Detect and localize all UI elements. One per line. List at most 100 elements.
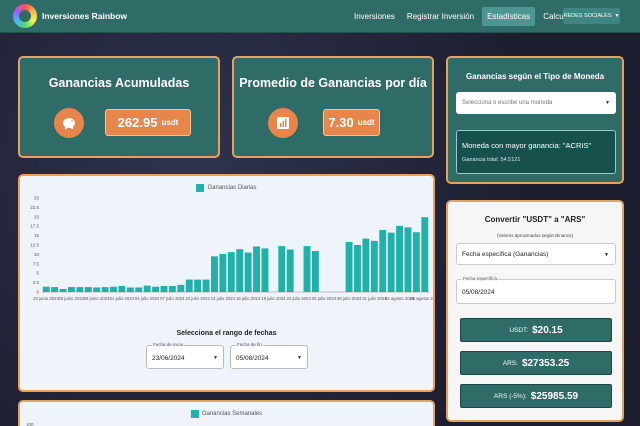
- x-tick-label: 31 julio 2024: [362, 296, 387, 301]
- daily-bar[interactable]: [42, 286, 50, 292]
- end-date-field[interactable]: Fecha de fin 05/08/2024 ▼: [230, 342, 308, 369]
- daily-bar[interactable]: [311, 251, 319, 292]
- weekly-chart-legend[interactable]: Ganancias Semanales: [20, 410, 433, 418]
- converter-mode-select[interactable]: Fecha específica (Ganancias) ▼: [456, 243, 616, 265]
- end-date-label: Fecha de fin: [236, 342, 263, 347]
- converter-date-value: 05/08/2024: [462, 289, 495, 296]
- weekly-legend-label: Ganancias Semanales: [201, 411, 263, 417]
- currency-select-placeholder: Selecciona o escribe una moneda: [462, 100, 553, 106]
- nav-link-estadisticas[interactable]: Estadísticas: [482, 7, 536, 26]
- x-tick-label: 07 julio 2024: [160, 296, 185, 301]
- daily-bar[interactable]: [354, 245, 361, 292]
- date-range-title: Selecciona el rango de fechas: [176, 330, 277, 337]
- daily-bar[interactable]: [211, 256, 218, 292]
- chevron-down-icon: ▼: [213, 355, 218, 361]
- currency-panel-title: Ganancias según el Tipo de Moneda: [465, 72, 605, 81]
- daily-bar[interactable]: [396, 225, 403, 292]
- daily-bar[interactable]: [185, 279, 193, 292]
- start-date-field[interactable]: Fecha de inicio 23/06/2024 ▼: [146, 342, 224, 369]
- y-tick-label: 20: [34, 214, 40, 219]
- nav-links: Inversiones Registrar Inversión Estadíst…: [350, 0, 590, 33]
- daily-bar[interactable]: [303, 246, 311, 292]
- daily-bar[interactable]: [143, 285, 151, 292]
- y-tick-label: 0: [36, 290, 39, 295]
- ars-discount-result-value: $25985.59: [530, 390, 579, 402]
- usdt-result: USDT: $20.15: [460, 318, 612, 342]
- navbar: Inversiones Rainbow Inversiones Registra…: [0, 0, 640, 33]
- daily-bar[interactable]: [345, 241, 353, 292]
- daily-earnings-chart: 0 2.5 5 7.5 10 12.5 15 17.5 20 22.5 25 23 junio 202…: [30, 196, 433, 302]
- daily-bar[interactable]: [253, 246, 260, 293]
- chevron-down-icon: ▼: [605, 100, 610, 106]
- daily-bar[interactable]: [286, 249, 294, 292]
- daily-bar[interactable]: [168, 285, 176, 292]
- accumulated-earnings-card: Ganancias Acumuladas 262.95 usdt: [18, 56, 220, 158]
- currency-earnings-panel: Ganancias según el Tipo de Moneda Selecc…: [446, 56, 624, 184]
- daily-bar[interactable]: [68, 287, 75, 292]
- daily-bar[interactable]: [236, 249, 244, 292]
- ars-result-value: $27353.25: [521, 357, 570, 369]
- accumulated-earnings-title: Ganancias Acumuladas: [48, 76, 190, 90]
- nav-link-inversiones[interactable]: Inversiones: [350, 12, 399, 21]
- daily-bar[interactable]: [219, 254, 227, 292]
- daily-bar[interactable]: [59, 288, 67, 292]
- daily-bar[interactable]: [227, 252, 235, 292]
- daily-bar[interactable]: [194, 279, 202, 292]
- daily-bar[interactable]: [84, 287, 92, 292]
- y-tick-label: 17.5: [30, 224, 39, 229]
- x-tick-label: 10 julio 2024: [185, 296, 210, 301]
- daily-bar[interactable]: [110, 286, 117, 292]
- brand-name: Inversiones Rainbow: [42, 11, 128, 21]
- daily-bar[interactable]: [160, 285, 168, 292]
- daily-bar[interactable]: [261, 248, 269, 292]
- daily-bar[interactable]: [379, 229, 387, 292]
- daily-bar[interactable]: [152, 286, 160, 292]
- daily-bar[interactable]: [362, 238, 370, 292]
- accumulated-earnings-value: 262.95 usdt: [105, 109, 191, 136]
- daily-bar[interactable]: [126, 287, 134, 292]
- ars-result-label: ARS:: [502, 359, 518, 367]
- chevron-down-icon: ▼: [297, 355, 302, 361]
- best-currency-text: Moneda con mayor ganancia: "ACRIS": [462, 141, 592, 150]
- average-value-unit: usdt: [357, 118, 375, 127]
- brand[interactable]: Inversiones Rainbow: [13, 4, 127, 28]
- daily-bar[interactable]: [177, 284, 185, 292]
- rainbow-logo-icon: [13, 4, 37, 28]
- ars-result: ARS: $27353.25: [460, 351, 612, 375]
- daily-bar[interactable]: [202, 279, 210, 292]
- daily-bar[interactable]: [101, 287, 109, 292]
- weekly-earnings-chart-card: Ganancias Semanales 100: [18, 400, 435, 426]
- converter-date-label: Fecha específica: [462, 276, 499, 281]
- x-tick-label: 25 julio 2024: [312, 296, 337, 301]
- average-earnings-card: Promedio de Ganancias por día 7.30 usdt: [232, 56, 434, 158]
- converter-date-field[interactable]: Fecha específica 05/08/2024: [456, 276, 616, 304]
- ars-discount-result-label: ARS (-5%):: [493, 392, 527, 400]
- daily-bar[interactable]: [118, 285, 126, 292]
- y-tick-label: 10: [34, 252, 40, 257]
- end-date-value: 05/08/2024: [236, 355, 269, 362]
- nav-link-registrar[interactable]: Registrar Inversión: [403, 12, 478, 21]
- daily-bar[interactable]: [76, 287, 84, 292]
- social-dropdown[interactable]: REDES SOCIALES ▼: [563, 8, 620, 24]
- daily-bar[interactable]: [244, 252, 252, 292]
- daily-bar[interactable]: [93, 287, 101, 292]
- currency-select[interactable]: Selecciona o escribe una moneda ▼: [456, 92, 616, 114]
- start-date-label: Fecha de inicio: [152, 342, 185, 347]
- daily-bar[interactable]: [278, 246, 286, 292]
- daily-bar[interactable]: [51, 287, 59, 292]
- x-tick-label: 22 julio 2024: [286, 296, 311, 301]
- usdt-result-label: USDT:: [509, 326, 529, 334]
- daily-bar[interactable]: [404, 227, 412, 292]
- daily-bar[interactable]: [370, 240, 378, 292]
- daily-bar[interactable]: [421, 217, 429, 292]
- converter-title: Convertir "USDT" a "ARS": [484, 215, 586, 224]
- y-tick-label: 2.5: [33, 280, 40, 285]
- average-value-number: 7.30: [328, 115, 354, 130]
- x-tick-label: 19 julio 2024: [261, 296, 286, 301]
- daily-bar[interactable]: [387, 232, 395, 292]
- y-tick-label: 5: [36, 271, 39, 276]
- daily-bar[interactable]: [135, 287, 143, 292]
- x-tick-label: 04 julio 2024: [135, 296, 160, 301]
- x-tick-label: 29 junio 2024: [84, 296, 110, 301]
- daily-bar[interactable]: [412, 232, 420, 292]
